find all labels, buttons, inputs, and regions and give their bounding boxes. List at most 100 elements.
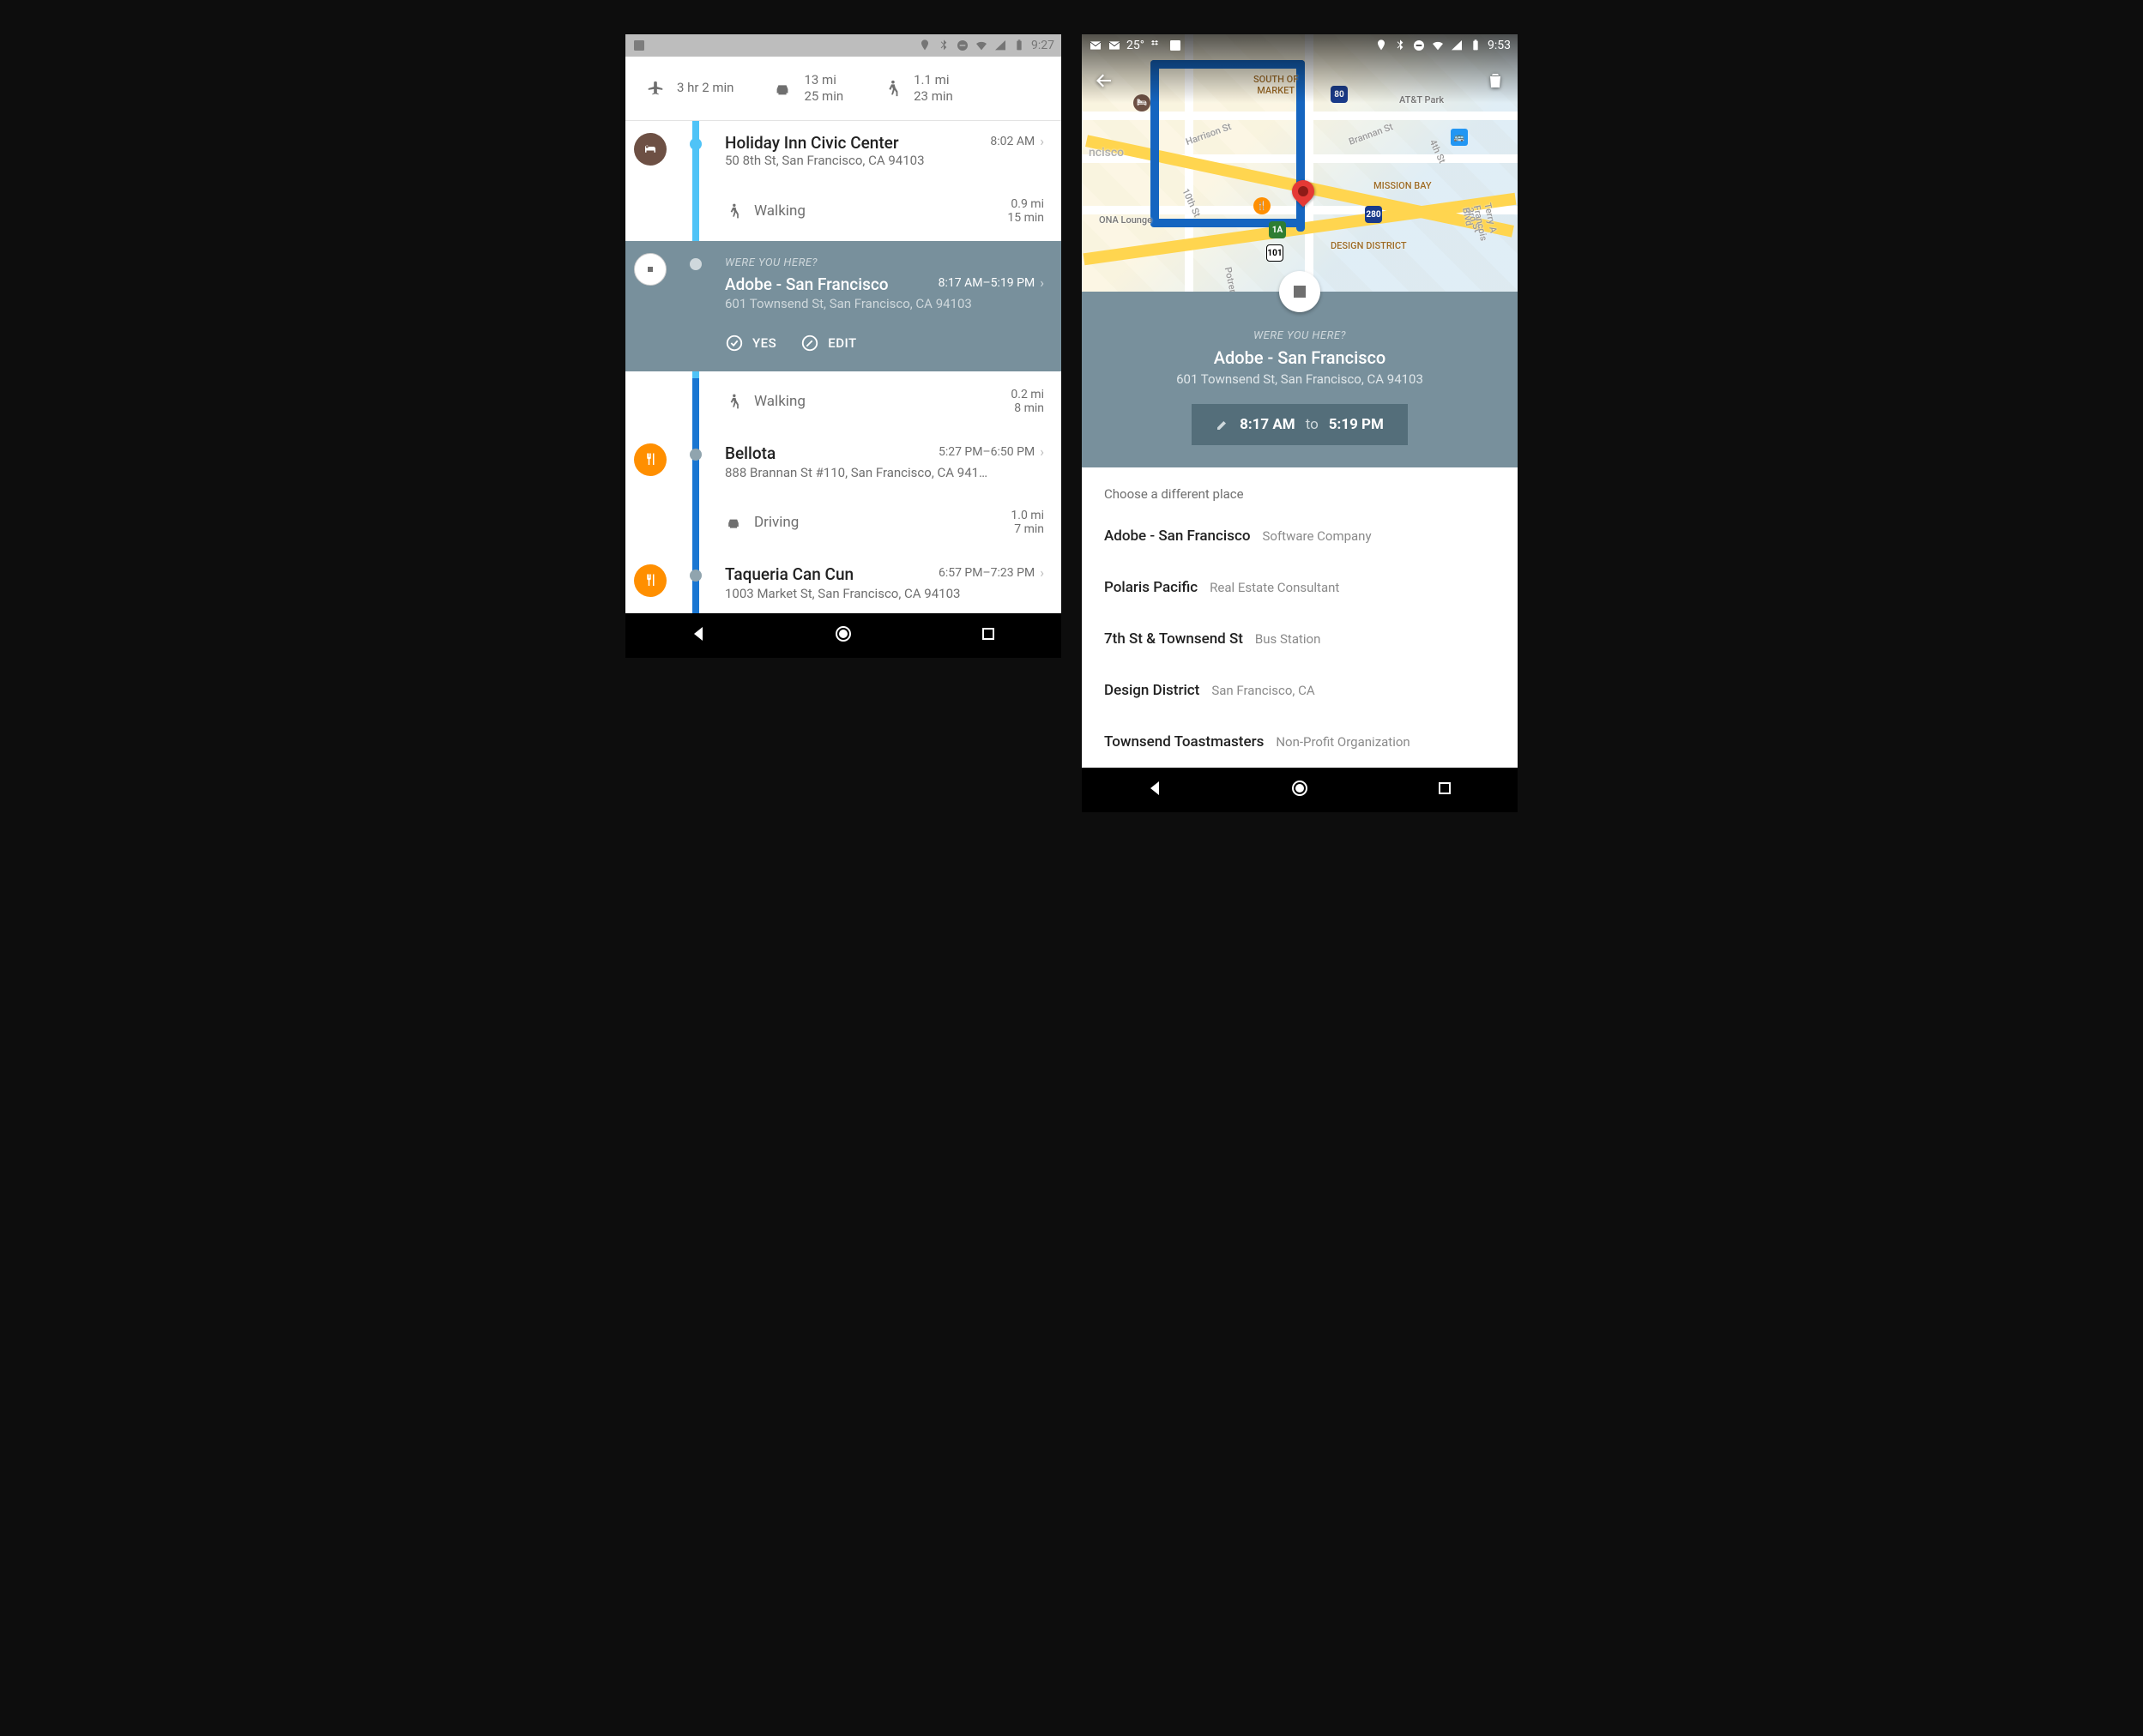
timeline-place-hotel[interactable]: Holiday Inn Civic Center 50 8th St, San …	[625, 121, 1061, 181]
image-icon	[1168, 39, 1182, 52]
place-address: 50 8th St, San Francisco, CA 94103	[725, 153, 925, 168]
restaurant-icon	[634, 564, 667, 597]
nav-back-button[interactable]	[688, 624, 709, 648]
walk-icon	[883, 79, 902, 98]
plane-icon	[646, 79, 665, 98]
place-time: 8:02 AM	[990, 135, 1035, 148]
place-option[interactable]: Townsend Toastmasters Non-Profit Organiz…	[1082, 716, 1518, 768]
place-name: Taqueria Can Cun	[725, 564, 854, 584]
status-temperature: 25°	[1126, 39, 1144, 52]
chevron-right-icon: ›	[1040, 564, 1044, 581]
timeline-transit-drive[interactable]: Driving 1.0 mi 7 min	[625, 492, 1061, 552]
edit-time-button[interactable]: 8:17 AM to 5:19 PM	[1192, 404, 1408, 445]
dropbox-icon	[1150, 39, 1163, 52]
nav-back-button[interactable]	[1144, 778, 1165, 802]
check-circle-icon	[725, 334, 744, 353]
edit-button[interactable]: EDIT	[800, 334, 856, 353]
phone-right-map: 🍴 🛏 80 101 280 1A 🚌 SOUTH OF MARKET MISS…	[1082, 34, 1518, 812]
summary-walk[interactable]: 1.1 mi 23 min	[883, 72, 953, 105]
android-nav-bar	[1082, 768, 1518, 812]
timeline-transit-walk[interactable]: Walking 0.2 mi 8 min	[625, 371, 1061, 431]
wifi-icon	[975, 39, 988, 52]
walk-icon	[725, 393, 742, 410]
chevron-right-icon: ›	[1040, 443, 1044, 460]
place-name: Bellota	[725, 443, 776, 463]
bluetooth-icon	[1393, 39, 1407, 52]
place-address: 1003 Market St, San Francisco, CA 94103	[725, 586, 1044, 601]
place-option[interactable]: Adobe - San Francisco Software Company	[1082, 510, 1518, 562]
status-time: 9:53	[1488, 39, 1511, 52]
place-address: 888 Brannan St #110, San Francisco, CA 9…	[725, 465, 1044, 480]
transit-stop-icon: 🚌	[1451, 129, 1468, 146]
timeline-list[interactable]: Holiday Inn Civic Center 50 8th St, San …	[625, 121, 1061, 613]
dnd-icon	[1412, 39, 1426, 52]
map-label: ncisco	[1089, 146, 1124, 160]
stop-icon	[634, 253, 667, 286]
ca-route-shield-icon: 1A	[1269, 221, 1286, 238]
place-detail-header: WERE YOU HERE? Adobe - San Francisco 601…	[1082, 292, 1518, 467]
place-option[interactable]: 7th St & Townsend St Bus Station	[1082, 613, 1518, 665]
place-time: 8:17 AM–5:19 PM	[939, 276, 1035, 290]
place-option[interactable]: Polaris Pacific Real Estate Consultant	[1082, 562, 1518, 613]
place-option[interactable]: Design District San Francisco, CA	[1082, 665, 1518, 716]
place-time: 6:57 PM–7:23 PM	[939, 566, 1035, 580]
chevron-right-icon: ›	[1040, 274, 1044, 291]
timeline-place-restaurant[interactable]: Bellota 5:27 PM–6:50 PM › 888 Brannan St…	[625, 431, 1061, 492]
choose-place-label: Choose a different place	[1082, 467, 1518, 510]
car-icon	[773, 79, 792, 98]
gmail-icon	[1108, 39, 1121, 52]
dnd-icon	[956, 39, 969, 52]
timeline-transit-walk[interactable]: Walking 0.9 mi 15 min	[625, 181, 1061, 241]
stop-icon	[1279, 271, 1320, 312]
car-icon	[725, 514, 742, 531]
battery-icon	[1469, 39, 1482, 52]
location-icon	[1374, 39, 1388, 52]
pencil-icon	[1216, 418, 1229, 431]
android-nav-bar	[625, 613, 1061, 658]
signal-icon	[1450, 39, 1464, 52]
place-address: 601 Townsend St, San Francisco, CA 94103	[725, 296, 1044, 311]
image-icon	[632, 39, 646, 52]
walk-icon	[725, 202, 742, 220]
nav-home-button[interactable]	[1289, 778, 1310, 802]
map-label: DESIGN DISTRICT	[1331, 240, 1407, 251]
signal-icon	[993, 39, 1007, 52]
place-name: Holiday Inn Civic Center	[725, 133, 925, 153]
gmail-icon	[1089, 39, 1102, 52]
summary-flight[interactable]: 3 hr 2 min	[646, 72, 733, 105]
trip-summary: 3 hr 2 min 13 mi 25 min 1.1 mi 23 min	[625, 57, 1061, 121]
timeline-place-restaurant[interactable]: Taqueria Can Cun 6:57 PM–7:23 PM › 1003 …	[625, 552, 1061, 613]
map-view[interactable]: 🍴 🛏 80 101 280 1A 🚌 SOUTH OF MARKET MISS…	[1082, 34, 1518, 292]
visit-prompt: WERE YOU HERE?	[1099, 329, 1500, 342]
nav-home-button[interactable]	[833, 624, 854, 648]
wifi-icon	[1431, 39, 1445, 52]
status-time: 9:27	[1031, 39, 1054, 52]
phone-left-timeline: 9:27 3 hr 2 min 13 mi 25 min 1.1 mi 23 m…	[625, 34, 1061, 658]
chevron-right-icon: ›	[1040, 133, 1044, 149]
bluetooth-icon	[937, 39, 951, 52]
visit-prompt: WERE YOU HERE?	[725, 256, 1044, 269]
nav-recents-button[interactable]	[1434, 778, 1455, 802]
place-time: 5:27 PM–6:50 PM	[939, 445, 1035, 459]
back-button[interactable]	[1092, 69, 1116, 93]
timeline-place-highlighted[interactable]: WERE YOU HERE? Adobe - San Francisco 8:1…	[625, 241, 1061, 371]
status-bar: 25° 9:53	[1082, 34, 1518, 57]
map-poi-restaurant-icon: 🍴	[1253, 197, 1271, 214]
map-label: MISSION BAY	[1373, 180, 1432, 191]
interstate-shield-icon: 280	[1365, 206, 1382, 223]
summary-drive[interactable]: 13 mi 25 min	[773, 72, 843, 105]
edit-circle-icon	[800, 334, 819, 353]
battery-icon	[1012, 39, 1026, 52]
nav-recents-button[interactable]	[978, 624, 999, 648]
confirm-yes-button[interactable]: YES	[725, 334, 776, 353]
restaurant-icon	[634, 443, 667, 476]
place-address: 601 Townsend St, San Francisco, CA 94103	[1099, 371, 1500, 387]
place-name: Adobe - San Francisco	[725, 274, 889, 294]
place-name: Adobe - San Francisco	[1099, 347, 1500, 368]
delete-button[interactable]	[1483, 69, 1507, 93]
hotel-icon	[634, 133, 667, 166]
map-label: ONA Lounge	[1099, 214, 1152, 226]
location-icon	[918, 39, 932, 52]
status-bar: 9:27	[625, 34, 1061, 57]
us-route-shield-icon: 101	[1266, 244, 1283, 262]
